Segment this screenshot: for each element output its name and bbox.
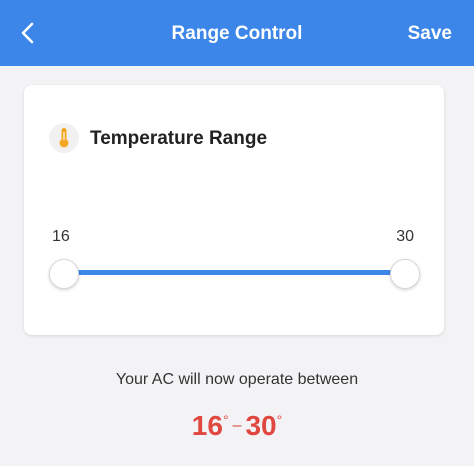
range-high-value: 30 — [245, 410, 277, 441]
range-slider-track[interactable] — [72, 270, 402, 275]
range-low-value: 16 — [191, 410, 223, 441]
selected-range-display: 16° –30° — [0, 410, 474, 442]
thermometer-icon — [49, 123, 79, 153]
card-title: Temperature Range — [90, 128, 268, 149]
app-header: Range Control Save — [0, 0, 474, 66]
degree-symbol-low: ° — [222, 411, 229, 428]
save-button[interactable]: Save — [408, 23, 452, 45]
slider-min-label: 16 — [52, 228, 70, 245]
slider-max-handle[interactable] — [390, 259, 420, 289]
range-info-text: Your AC will now operate between — [115, 371, 359, 388]
slider-min-handle[interactable] — [49, 259, 79, 289]
temperature-range-card: Temperature Range 16 30 — [24, 85, 444, 335]
slider-max-label: 30 — [396, 228, 414, 245]
range-dash: – — [232, 417, 242, 434]
page-title: Range Control — [171, 23, 303, 44]
degree-symbol-high: ° — [276, 411, 283, 428]
